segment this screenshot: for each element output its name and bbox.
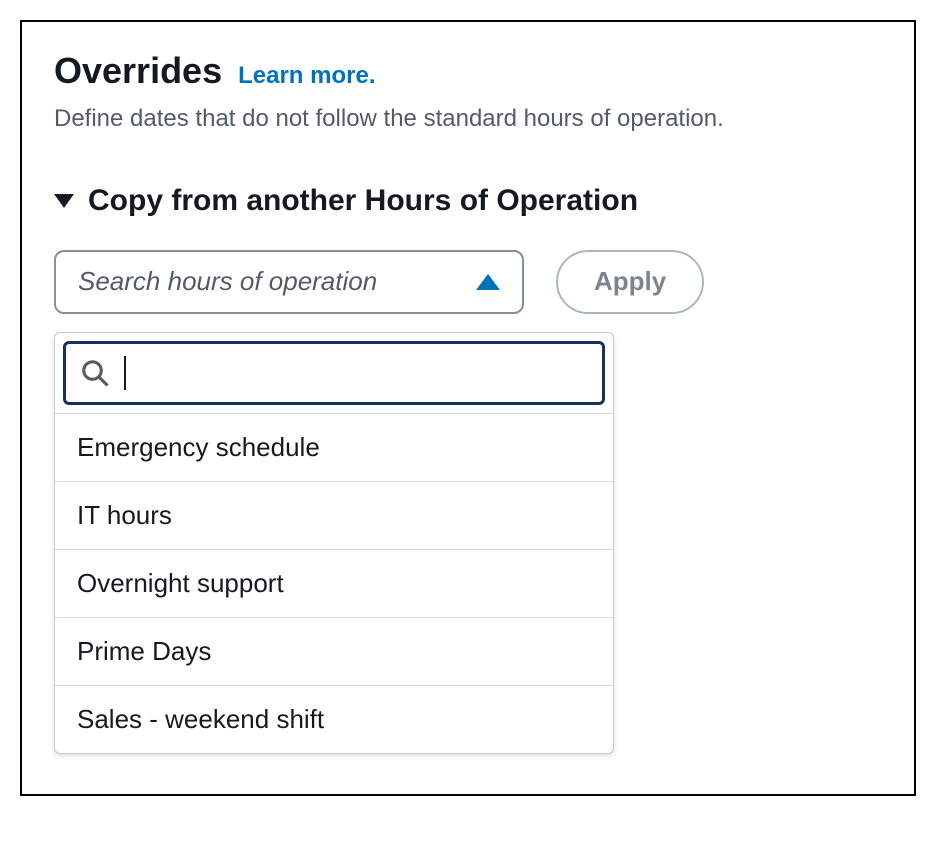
- dropdown-search-input[interactable]: [140, 357, 588, 388]
- apply-button[interactable]: Apply: [556, 250, 704, 314]
- text-cursor: [124, 356, 126, 390]
- dropdown-option[interactable]: Prime Days: [55, 617, 613, 685]
- chevron-up-icon: [476, 274, 500, 290]
- copy-section-title: Copy from another Hours of Operation: [88, 184, 638, 218]
- select-placeholder: Search hours of operation: [78, 266, 377, 297]
- learn-more-link[interactable]: Learn more.: [238, 62, 375, 90]
- controls-row: Search hours of operation Apply: [54, 250, 882, 314]
- dropdown-option[interactable]: Emergency schedule: [55, 413, 613, 481]
- page-description: Define dates that do not follow the stan…: [54, 102, 882, 136]
- dropdown-option[interactable]: Sales - weekend shift: [55, 685, 613, 753]
- search-icon: [80, 358, 110, 388]
- hours-select-trigger[interactable]: Search hours of operation: [54, 250, 524, 314]
- hours-dropdown: Emergency schedule IT hours Overnight su…: [54, 332, 614, 754]
- dropdown-option[interactable]: Overnight support: [55, 549, 613, 617]
- dropdown-option[interactable]: IT hours: [55, 481, 613, 549]
- dropdown-search-row[interactable]: [63, 341, 605, 405]
- overrides-panel: Overrides Learn more. Define dates that …: [20, 20, 916, 796]
- chevron-down-icon: [54, 194, 74, 208]
- page-title: Overrides: [54, 50, 222, 92]
- header-row: Overrides Learn more.: [54, 50, 882, 92]
- copy-section-toggle[interactable]: Copy from another Hours of Operation: [54, 184, 882, 218]
